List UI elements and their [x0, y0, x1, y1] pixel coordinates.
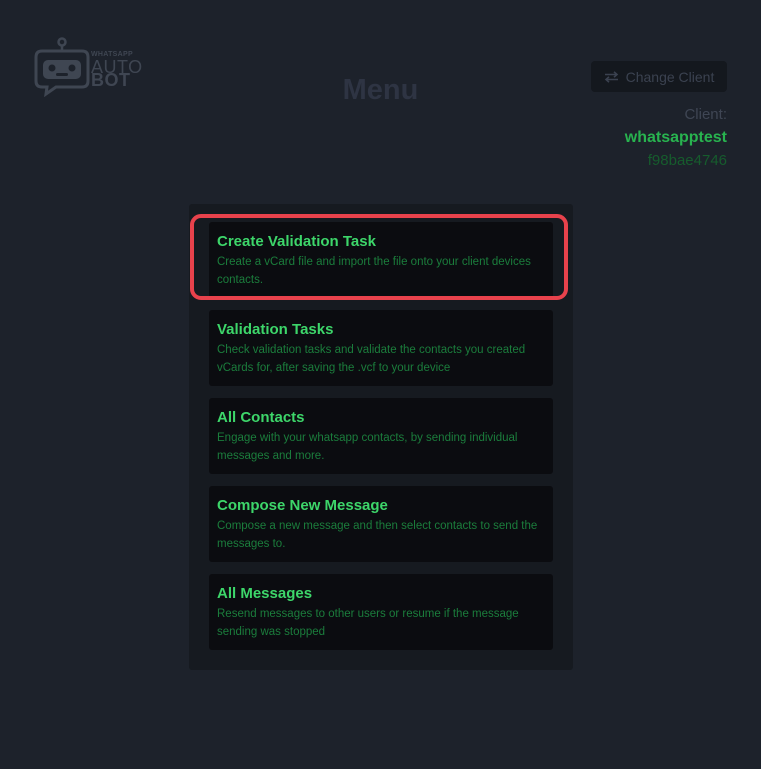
menu-item-description: Engage with your whatsapp contacts, by s…: [217, 432, 518, 462]
swap-arrows-icon: [604, 70, 619, 83]
client-label: Client:: [684, 106, 727, 123]
client-id: f98bae4746: [647, 152, 727, 169]
menu-item-title: Compose New Message: [217, 497, 388, 514]
menu-item-compose-new-message[interactable]: Compose New Message Compose a new messag…: [209, 486, 553, 562]
menu-item-title: Create Validation Task: [217, 233, 376, 250]
menu-item-description: Create a vCard file and import the file …: [217, 256, 531, 286]
menu-item-description: Resend messages to other users or resume…: [217, 608, 519, 638]
menu-item-description: Check validation tasks and validate the …: [217, 344, 526, 374]
menu-item-title: All Contacts: [217, 409, 305, 426]
menu-item-description: Compose a new message and then select co…: [217, 520, 538, 550]
menu-item-title: All Messages: [217, 585, 313, 602]
client-name: whatsapptest: [624, 129, 727, 146]
change-client-label: Change Client: [625, 68, 715, 85]
menu-item-title: Validation Tasks: [217, 321, 334, 338]
change-client-button[interactable]: Change Client: [591, 61, 727, 92]
menu-item-create-validation-task[interactable]: Create Validation Task Create a vCard fi…: [209, 222, 553, 298]
client-info: Client: whatsapptest f98bae4746: [625, 104, 727, 172]
menu-item-all-contacts[interactable]: All Contacts Engage with your whatsapp c…: [209, 398, 553, 474]
menu-item-all-messages[interactable]: All Messages Resend messages to other us…: [209, 574, 553, 650]
menu-panel: Create Validation Task Create a vCard fi…: [189, 204, 573, 670]
menu-item-validation-tasks[interactable]: Validation Tasks Check validation tasks …: [209, 310, 553, 386]
